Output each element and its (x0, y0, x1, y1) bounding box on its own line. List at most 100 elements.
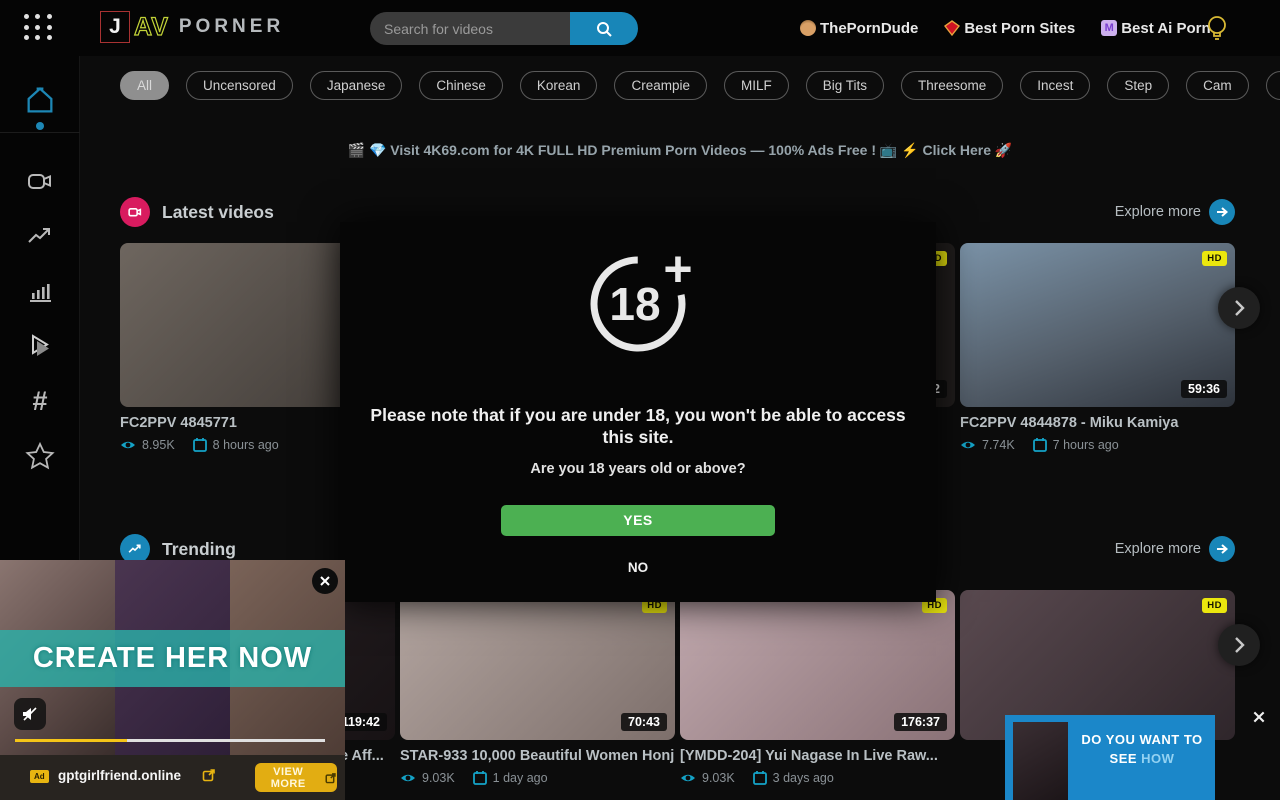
active-indicator-dot (36, 122, 44, 130)
site-logo[interactable]: J AV PORNER (100, 11, 284, 43)
chevron-right-icon (1227, 296, 1251, 320)
apps-grid-icon[interactable] (24, 14, 54, 42)
play-icon (24, 330, 56, 362)
video-title[interactable]: [YMDD-204] Yui Nagase In Live Raw... (680, 748, 955, 764)
promo-ad-thumbnail (1013, 722, 1068, 800)
duration-badge: 70:43 (621, 713, 667, 731)
promo-ad[interactable]: DO YOU WANT TO SEE HOW (1005, 715, 1215, 800)
sidebar-item-videos[interactable] (0, 159, 80, 203)
ad-overlay-banner[interactable]: CREATE HER NOW (0, 630, 345, 687)
calendar-icon (753, 770, 767, 785)
hashtag-icon: # (32, 388, 47, 415)
sidebar-item-playlists[interactable] (0, 324, 80, 368)
gem-icon (944, 20, 960, 36)
link-theporndude[interactable]: ThePornDude (800, 20, 918, 37)
hd-badge: HD (1202, 598, 1227, 613)
views-eye-icon (960, 439, 976, 451)
views-count: 7.74K (982, 438, 1015, 452)
arrow-right-icon (1209, 536, 1235, 562)
category-pill-threesome[interactable]: Threesome (901, 71, 1003, 100)
arrow-right-icon (1209, 199, 1235, 225)
video-title[interactable]: STAR-933 10,000 Beautiful Women Honj... (400, 748, 675, 764)
logo-text: PORNER (179, 16, 284, 38)
age-verification-modal: 18 + Please note that if you are under 1… (340, 222, 936, 602)
sidebar-item-trending[interactable] (0, 214, 80, 258)
age-modal-message: Please note that if you are under 18, yo… (368, 405, 908, 449)
category-pill-all[interactable]: All (120, 71, 169, 100)
promo-ad-close-button[interactable] (1250, 708, 1268, 726)
duration-badge: 176:37 (894, 713, 947, 731)
views-eye-icon (680, 772, 696, 784)
search-button[interactable] (570, 12, 638, 45)
category-pill-chinese[interactable]: Chinese (419, 71, 503, 100)
video-ad[interactable]: CREATE HER NOW (0, 560, 345, 755)
views-count: 9.03K (422, 771, 455, 785)
sidebar-item-tags[interactable]: # (0, 379, 80, 423)
sidebar-item-rankings[interactable] (0, 269, 80, 313)
video-card[interactable]: HD 70:43 STAR-933 10,000 Beautiful Women… (400, 590, 675, 785)
category-pill-korean[interactable]: Korean (520, 71, 598, 100)
trending-next-button[interactable] (1218, 624, 1260, 666)
search-input[interactable] (370, 12, 570, 45)
views-count: 8.95K (142, 438, 175, 452)
category-pill-japanese[interactable]: Japanese (310, 71, 403, 100)
sidebar-divider (0, 132, 80, 133)
category-pill-incest[interactable]: Incest (1020, 71, 1090, 100)
category-pill-uncensored[interactable]: Uncensored (186, 71, 293, 100)
lightbulb-icon[interactable] (1204, 14, 1230, 42)
link-best-ai-porn[interactable]: M Best Ai Porn (1101, 20, 1210, 37)
no-button[interactable]: NO (628, 560, 648, 575)
calendar-icon (473, 770, 487, 785)
sidebar-item-home[interactable] (0, 78, 80, 122)
link-best-porn-sites[interactable]: Best Porn Sites (944, 20, 1075, 37)
section-title: Latest videos (162, 202, 274, 223)
latest-next-button[interactable] (1218, 287, 1260, 329)
calendar-icon (193, 437, 207, 452)
ad-info-bar: Ad gptgirlfriend.online VIEW MORE (0, 755, 345, 800)
close-icon (319, 575, 331, 587)
upload-date: 3 days ago (773, 771, 834, 785)
promo-banner-link[interactable]: 🎬 💎 Visit 4K69.com for 4K FULL HD Premiu… (80, 142, 1280, 159)
view-more-button[interactable]: VIEW MORE (255, 763, 337, 792)
upload-date: 1 day ago (493, 771, 548, 785)
promo-ad-text: DO YOU WANT TO SEE HOW (1073, 731, 1211, 769)
video-meta: 7.74K 7 hours ago (960, 437, 1235, 452)
sidebar-item-favorites[interactable] (0, 434, 80, 478)
yes-button[interactable]: YES (501, 505, 775, 536)
age-modal-question: Are you 18 years old or above? (340, 461, 936, 477)
logo-j: J (100, 11, 130, 43)
category-filter-bar: All Uncensored Japanese Chinese Korean C… (120, 71, 1280, 100)
category-pill-other[interactable]: Other (1266, 71, 1280, 100)
calendar-icon (1033, 437, 1047, 452)
upload-date: 8 hours ago (213, 438, 279, 452)
video-card[interactable]: HD 176:37 [YMDD-204] Yui Nagase In Live … (680, 590, 955, 785)
category-pill-step[interactable]: Step (1107, 71, 1169, 100)
video-camera-icon (25, 166, 55, 196)
close-icon (1252, 710, 1266, 724)
section-title: Trending (162, 539, 236, 560)
top-links: ThePornDude Best Porn Sites M Best Ai Po… (800, 0, 1211, 56)
video-meta: 9.03K 3 days ago (680, 770, 955, 785)
video-thumbnail[interactable]: HD 59:36 (960, 243, 1235, 407)
video-title[interactable]: FC2PPV 4844878 - Miku Kamiya (960, 415, 1235, 431)
ad-domain-link[interactable]: gptgirlfriend.online (58, 768, 181, 783)
video-thumbnail[interactable]: HD 70:43 (400, 590, 675, 740)
search-icon (595, 20, 613, 38)
mute-button[interactable] (14, 698, 46, 730)
trending-explore-more[interactable]: Explore more (1115, 536, 1235, 562)
chevron-right-icon (1227, 633, 1251, 657)
latest-explore-more[interactable]: Explore more (1115, 199, 1235, 225)
trending-up-icon (25, 221, 55, 251)
views-count: 9.03K (702, 771, 735, 785)
video-thumbnail[interactable]: HD 176:37 (680, 590, 955, 740)
external-link-icon[interactable] (202, 768, 216, 787)
svg-text:+: + (663, 241, 692, 297)
ad-close-button[interactable] (312, 568, 338, 594)
duration-badge: 59:36 (1181, 380, 1227, 398)
18-plus-icon: 18 + (578, 244, 698, 364)
video-card[interactable]: HD 59:36 FC2PPV 4844878 - Miku Kamiya 7.… (960, 243, 1235, 452)
category-pill-creampie[interactable]: Creampie (614, 71, 707, 100)
category-pill-milf[interactable]: MILF (724, 71, 789, 100)
category-pill-cam[interactable]: Cam (1186, 71, 1249, 100)
category-pill-big-tits[interactable]: Big Tits (806, 71, 884, 100)
